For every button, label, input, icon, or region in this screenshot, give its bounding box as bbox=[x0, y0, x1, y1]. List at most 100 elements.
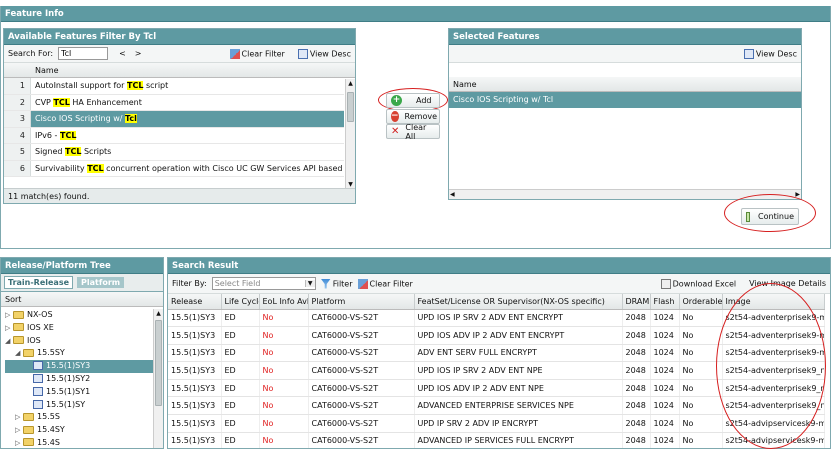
selected-name-column-header[interactable]: Name bbox=[449, 77, 801, 92]
tree-scroll-thumb[interactable] bbox=[155, 320, 162, 406]
name-column-header[interactable]: Name bbox=[4, 63, 355, 78]
expanded-arrow-icon[interactable]: ◢ bbox=[15, 347, 23, 360]
scroll-left-arrow[interactable]: ◀ bbox=[450, 190, 455, 199]
tab-platform[interactable]: Platform bbox=[77, 277, 125, 288]
feature-name: IPv6 - TCL bbox=[31, 128, 344, 144]
folder-icon bbox=[13, 336, 24, 345]
available-features-header: Available Features Filter By Tcl bbox=[4, 29, 355, 45]
download-excel-button[interactable]: Download Excel bbox=[660, 278, 736, 289]
remove-label: Remove bbox=[404, 112, 438, 121]
expanded-arrow-icon[interactable]: ◢ bbox=[5, 335, 13, 348]
row-number: 3 bbox=[4, 111, 31, 127]
tree-node[interactable]: ▷ 15.4S bbox=[5, 437, 163, 450]
search-input[interactable] bbox=[58, 47, 109, 60]
collapsed-arrow-icon[interactable]: ▷ bbox=[5, 309, 13, 322]
tree-node[interactable]: ◢ 15.5SY bbox=[5, 347, 163, 360]
table-row[interactable]: 15.5(1)SY3 ED No CAT6000-VS-S2T UPD IP SRV 2… bbox=[168, 414, 825, 433]
column-header[interactable]: FeatSet/License OR Supervisor(NX-OS spec… bbox=[414, 294, 623, 310]
search-clear-filter-button[interactable]: Clear Filter bbox=[357, 278, 413, 289]
field-select-placeholder: Select Field bbox=[214, 279, 261, 288]
feature-name-prefix: CVP bbox=[35, 97, 54, 107]
clear-all-label: Clear All bbox=[405, 122, 427, 141]
feature-row[interactable]: 6 Survivability TCL concurrent operation … bbox=[4, 160, 344, 177]
table-cell: CAT6000-VS-S2T bbox=[308, 344, 415, 363]
column-header[interactable]: Life Cycle bbox=[221, 294, 260, 310]
feature-row[interactable]: 3 Cisco IOS Scripting w/ Tcl bbox=[4, 111, 344, 128]
tree-node-label: 15.5SY bbox=[37, 348, 65, 358]
column-header[interactable]: EoL Info Avl bbox=[259, 294, 309, 310]
scroll-thumb[interactable] bbox=[347, 92, 354, 122]
view-desc-button[interactable]: View Desc bbox=[297, 48, 351, 59]
table-cell: 2048 bbox=[622, 361, 651, 380]
feature-row[interactable]: 5 Signed TCL Scripts bbox=[4, 144, 344, 161]
table-cell: 15.5(1)SY3 bbox=[168, 379, 222, 398]
column-header[interactable]: Platform bbox=[308, 294, 415, 310]
tree-node-label: NX-OS bbox=[27, 310, 53, 319]
prev-button[interactable]: < bbox=[119, 49, 126, 58]
collapsed-arrow-icon[interactable]: ▷ bbox=[15, 424, 23, 437]
column-header[interactable]: Orderable bbox=[679, 294, 723, 310]
table-cell: 1024 bbox=[650, 396, 680, 416]
selected-list: Cisco IOS Scripting w/ Tcl bbox=[449, 92, 801, 108]
clear-all-button[interactable]: ✕ Clear All bbox=[386, 122, 440, 141]
selected-feature-row[interactable]: Cisco IOS Scripting w/ Tcl bbox=[449, 92, 801, 108]
feature-list-scrollbar[interactable]: ▲ ▼ bbox=[345, 79, 355, 189]
feature-row[interactable]: 1 AutoInstall support for TCL script bbox=[4, 78, 344, 95]
selected-view-desc-button[interactable]: View Desc bbox=[743, 48, 797, 59]
plus-icon: + bbox=[391, 95, 402, 106]
search-match-highlight: Tcl bbox=[125, 114, 137, 123]
selected-features-title: Selected Features bbox=[453, 32, 540, 42]
tree-node[interactable]: ▷ IOS XE bbox=[5, 322, 163, 335]
selected-view-desc-label: View Desc bbox=[755, 49, 797, 58]
column-header[interactable]: Flash bbox=[650, 294, 680, 310]
table-cell: No bbox=[679, 309, 723, 328]
table-cell: CAT6000-VS-S2T bbox=[308, 432, 415, 448]
scroll-up-arrow[interactable]: ▲ bbox=[346, 79, 355, 88]
table-cell: UPD IOS ADV IP 2 ADV ENT ENCRYPT bbox=[414, 326, 623, 345]
feature-name-prefix: IPv6 - bbox=[35, 130, 60, 140]
feature-row[interactable]: 4 IPv6 - TCL bbox=[4, 127, 344, 144]
funnel-icon bbox=[320, 278, 331, 289]
tab-train-release[interactable]: Train-Release bbox=[4, 276, 74, 289]
add-button[interactable]: + Add bbox=[386, 93, 440, 108]
tree-scroll-up[interactable]: ▲ bbox=[154, 309, 163, 318]
feature-row[interactable]: 2 CVP TCL HA Enhancement bbox=[4, 94, 344, 111]
row-number: 5 bbox=[4, 144, 31, 160]
tree-node[interactable]: ▷ 15.4SY bbox=[5, 424, 163, 437]
table-cell: 15.5(1)SY3 bbox=[168, 396, 222, 416]
table-cell: 2048 bbox=[622, 432, 651, 448]
next-button[interactable]: > bbox=[135, 49, 142, 58]
table-row[interactable]: 15.5(1)SY3 ED No CAT6000-VS-S2T ADVANCED IP … bbox=[168, 432, 825, 448]
field-select[interactable]: Select Field ▼ bbox=[211, 277, 316, 290]
folder-icon bbox=[13, 310, 24, 319]
feature-name: AutoInstall support for TCL script bbox=[31, 78, 344, 94]
tree-node[interactable]: ◢ IOS bbox=[5, 335, 163, 348]
continue-button[interactable]: Continue bbox=[741, 208, 799, 225]
tree-node[interactable]: ▷ NX-OS bbox=[5, 309, 163, 322]
collapsed-arrow-icon[interactable]: ▷ bbox=[5, 322, 13, 335]
clear-filter-button[interactable]: Clear Filter bbox=[229, 48, 285, 59]
sort-header[interactable]: Sort bbox=[1, 292, 163, 307]
folder-icon bbox=[23, 412, 34, 421]
clear-filter-label: Clear Filter bbox=[241, 49, 285, 58]
tree-node[interactable]: 15.5(1)SY2 bbox=[5, 373, 163, 386]
table-cell: UPD IOS ADV IP 2 ADV ENT NPE bbox=[414, 379, 623, 398]
collapsed-arrow-icon[interactable]: ▷ bbox=[15, 411, 23, 424]
table-cell: 2048 bbox=[622, 414, 651, 433]
search-match-highlight: TCL bbox=[59, 130, 77, 140]
column-header[interactable]: Release bbox=[168, 294, 222, 310]
feature-name: Survivability TCL concurrent operation w… bbox=[31, 161, 344, 177]
tree-node[interactable]: ▷ 15.5S bbox=[5, 411, 163, 424]
tree-node[interactable]: 15.5(1)SY3 bbox=[5, 360, 163, 373]
table-cell: ED bbox=[221, 344, 260, 363]
table-cell: No bbox=[259, 396, 309, 416]
match-count: 11 match(es) found. bbox=[8, 192, 90, 201]
collapsed-arrow-icon[interactable]: ▷ bbox=[15, 437, 23, 450]
tree-node[interactable]: 15.5(1)SY1 bbox=[5, 386, 163, 399]
filter-button[interactable]: Filter bbox=[320, 278, 353, 289]
tree-node-label: 15.5(1)SY3 bbox=[46, 361, 91, 371]
release-doc-icon bbox=[33, 373, 43, 383]
tree-node[interactable]: 15.5(1)SY bbox=[5, 399, 163, 412]
tree-scrollbar[interactable]: ▲ bbox=[153, 309, 163, 448]
column-header[interactable]: DRAM bbox=[622, 294, 651, 310]
